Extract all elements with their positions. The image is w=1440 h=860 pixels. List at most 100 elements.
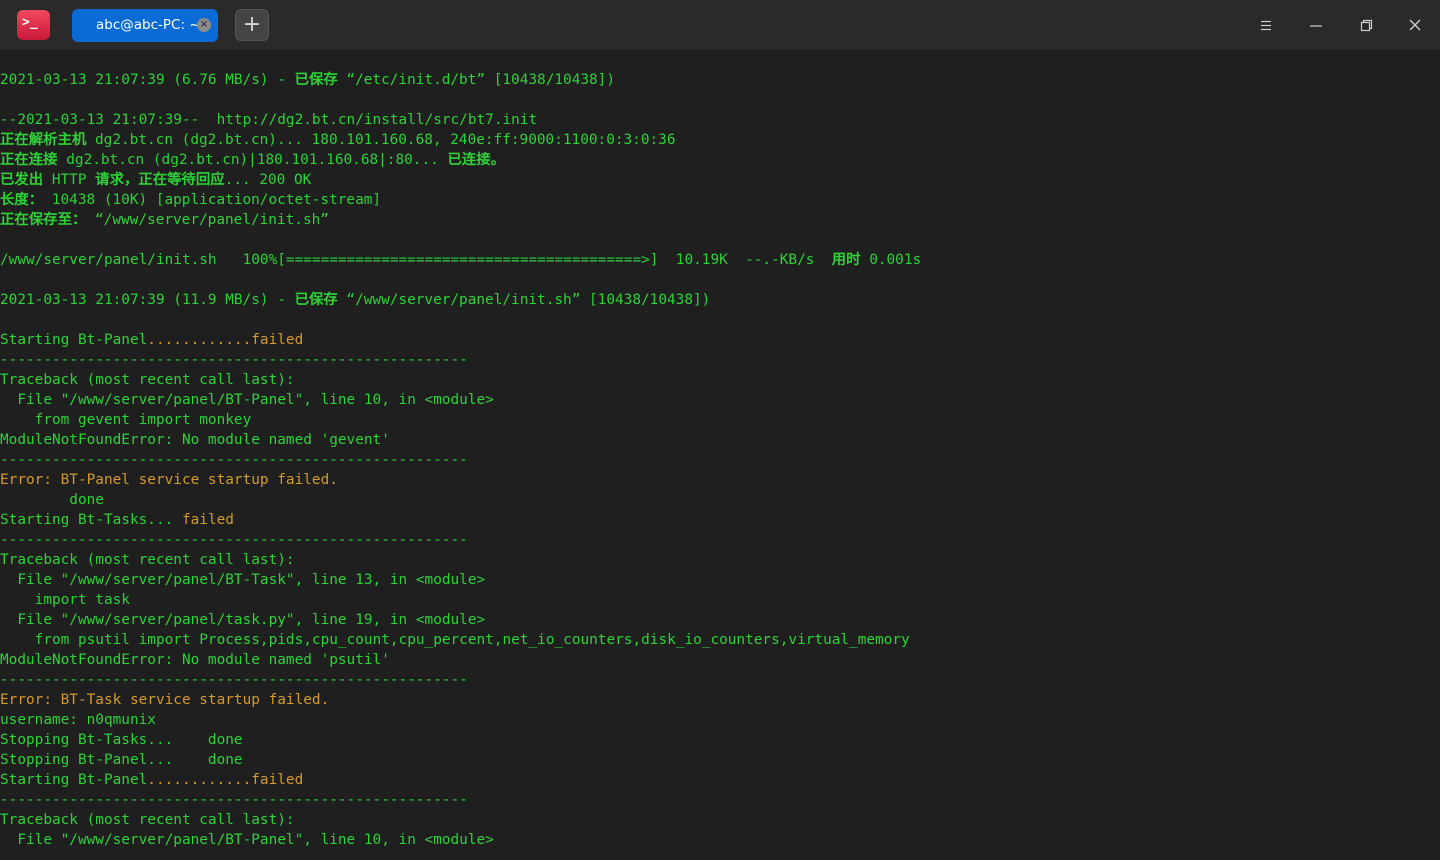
terminal-text: username: n0qmunix [0,712,156,728]
title-bar: >_ abc@abc-PC: ~ × + [0,0,1440,50]
terminal-line: 2021-03-13 21:07:39 (11.9 MB/s) - 已保存 “/… [0,290,921,310]
terminal-text: ............failed [147,332,304,348]
terminal-line: Starting Bt-Panel............failed [0,770,921,790]
terminal-text: Starting Bt-Panel [0,772,148,788]
terminal-text: ----------------------------------------… [0,352,468,368]
terminal-text: File "/www/server/panel/task.py", line 1… [0,612,486,628]
terminal-line: ----------------------------------------… [0,350,921,370]
terminal-text: ----------------------------------------… [0,532,468,548]
terminal-line: File "/www/server/panel/BT-Task", line 1… [0,570,921,590]
terminal-line: 正在连接 dg2.bt.cn (dg2.bt.cn)|180.101.160.6… [0,150,921,170]
terminal-text: ............failed [147,772,304,788]
terminal-text: 长度： [0,192,44,208]
terminal-text: File "/www/server/panel/BT-Panel", line … [0,392,494,408]
terminal-text: “/www/server/panel/init.sh” [10438/10438… [337,292,711,308]
terminal-line: Traceback (most recent call last): [0,810,921,830]
terminal-text: Starting Bt-Tasks... [0,512,182,528]
terminal-text: dg2.bt.cn (dg2.bt.cn)... 180.101.160.68,… [86,132,676,148]
terminal-text: 10438 (10K) [application/octet-stream] [43,192,382,208]
terminal-line: /www/server/panel/init.sh 100%[=========… [0,250,921,270]
terminal-app-icon[interactable]: >_ [17,10,50,40]
terminal-line: done [0,490,921,510]
terminal-output[interactable]: 2021-03-13 21:07:39 (6.76 MB/s) - 已保存 “/… [0,50,1440,860]
terminal-line: 正在解析主机 dg2.bt.cn (dg2.bt.cn)... 180.101.… [0,130,921,150]
terminal-text: 正在保存至： [0,212,87,228]
terminal-line: File "/www/server/panel/BT-Panel", line … [0,390,921,410]
terminal-text: dg2.bt.cn (dg2.bt.cn)|180.101.160.68|:80… [57,152,448,168]
terminal-text: import task [0,592,130,608]
terminal-text: File "/www/server/panel/BT-Task", line 1… [0,572,486,588]
terminal-line: ----------------------------------------… [0,670,921,690]
terminal-text: 用时 [831,252,861,268]
terminal-line: --2021-03-13 21:07:39-- http://dg2.bt.cn… [0,110,921,130]
terminal-line: from psutil import Process,pids,cpu_coun… [0,630,921,650]
maximize-icon[interactable] [1354,13,1378,37]
tab-label: abc@abc-PC: ~ [96,17,201,33]
terminal-line: ----------------------------------------… [0,790,921,810]
terminal-text: File "/www/server/panel/BT-Panel", line … [0,832,494,848]
terminal-text: 0.001s [860,252,922,268]
terminal-text: 已保存 [294,292,338,308]
terminal-line: 长度： 10438 (10K) [application/octet-strea… [0,190,921,210]
terminal-text: Stopping Bt-Panel... done [0,752,243,768]
terminal-line: Traceback (most recent call last): [0,550,921,570]
terminal-line: ModuleNotFoundError: No module named 'ge… [0,430,921,450]
terminal-line: Starting Bt-Tasks... failed [0,510,921,530]
terminal-text: Error: BT-Panel service startup failed. [0,472,338,488]
terminal-text: 已连接。 [447,152,506,168]
add-tab-button[interactable]: + [235,9,269,41]
terminal-text: ----------------------------------------… [0,452,468,468]
terminal-text: Stopping Bt-Tasks... done [0,732,243,748]
terminal-line: Starting Bt-Panel............failed [0,330,921,350]
terminal-text: 2021-03-13 21:07:39 (6.76 MB/s) - [0,72,295,88]
terminal-text: /www/server/panel/init.sh 100%[=========… [0,252,832,268]
terminal-line: ----------------------------------------… [0,530,921,550]
terminal-line: 正在保存至： “/www/server/panel/init.sh” [0,210,921,230]
terminal-text: from psutil import Process,pids,cpu_coun… [0,632,910,648]
terminal-text: failed [181,512,234,528]
terminal-text: ... 200 OK [224,172,312,188]
terminal-text: ----------------------------------------… [0,792,468,808]
terminal-line: import task [0,590,921,610]
terminal-line: Stopping Bt-Panel... done [0,750,921,770]
terminal-text: “/etc/init.d/bt” [10438/10438]) [337,72,616,88]
terminal-text: --2021-03-13 21:07:39-- http://dg2.bt.cn… [0,112,538,128]
terminal-line: File "/www/server/panel/task.py", line 1… [0,610,921,630]
terminal-text: 已发出 [0,172,44,188]
tab-terminal-session[interactable]: abc@abc-PC: ~ × [72,9,218,42]
terminal-text: HTTP [43,172,96,188]
terminal-text: 已保存 [294,72,338,88]
terminal-line: File "/www/server/panel/BT-Panel", line … [0,830,921,850]
terminal-line: from gevent import monkey [0,410,921,430]
terminal-line: Error: BT-Task service startup failed. [0,690,921,710]
terminal-text: 正在解析主机 [0,132,87,148]
terminal-text: Traceback (most recent call last): [0,812,295,828]
terminal-text: “/www/server/panel/init.sh” [86,212,329,228]
terminal-text: ----------------------------------------… [0,672,468,688]
terminal-text: Starting Bt-Panel [0,332,148,348]
terminal-text: 请求，正在等待回应 [95,172,225,188]
terminal-line: ModuleNotFoundError: No module named 'ps… [0,650,921,670]
terminal-text: ModuleNotFoundError: No module named 'ge… [0,432,390,448]
terminal-text: 正在连接 [0,152,58,168]
tab-close-icon[interactable]: × [197,18,211,32]
terminal-text: Traceback (most recent call last): [0,372,295,388]
minimize-icon[interactable] [1304,13,1328,37]
terminal-line: 2021-03-13 21:07:39 (6.76 MB/s) - 已保存 “/… [0,70,921,90]
terminal-line: Error: BT-Panel service startup failed. [0,470,921,490]
terminal-lines: 2021-03-13 21:07:39 (6.76 MB/s) - 已保存 “/… [0,50,921,850]
terminal-text: 2021-03-13 21:07:39 (11.9 MB/s) - [0,292,295,308]
terminal-line: username: n0qmunix [0,710,921,730]
terminal-line: 已发出 HTTP 请求，正在等待回应... 200 OK [0,170,921,190]
terminal-line: Traceback (most recent call last): [0,370,921,390]
terminal-line: ----------------------------------------… [0,450,921,470]
menu-icon[interactable] [1254,13,1278,37]
terminal-line: Stopping Bt-Tasks... done [0,730,921,750]
close-icon[interactable] [1403,13,1427,37]
terminal-text: ModuleNotFoundError: No module named 'ps… [0,652,390,668]
